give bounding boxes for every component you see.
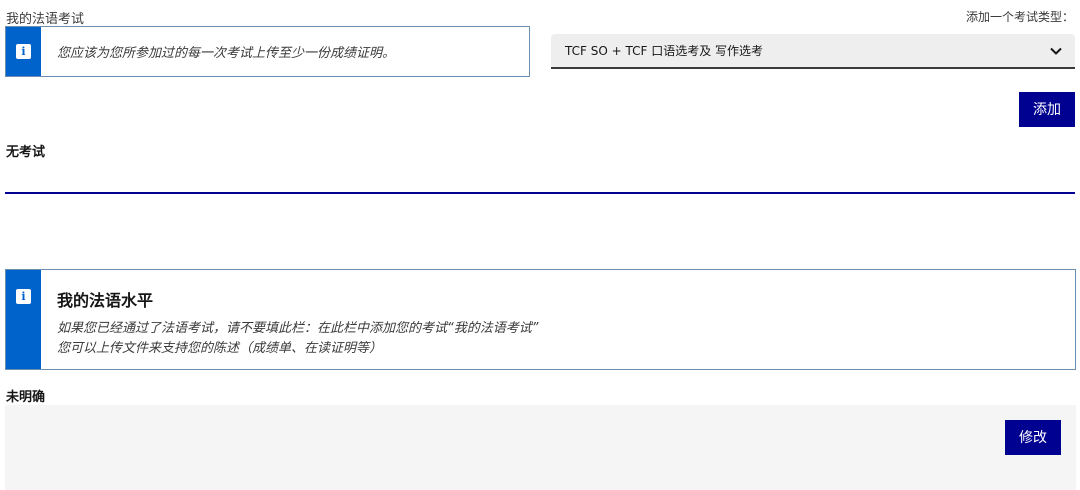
- edit-level-button[interactable]: 修改: [1005, 420, 1061, 455]
- french-level-panel: [5, 405, 1076, 490]
- info-icon: i: [16, 289, 31, 304]
- upload-info-text: 您应该为您所参加过的每一次考试上传至少一份成绩证明。: [57, 46, 396, 61]
- no-exam-label: 无考试: [6, 145, 46, 160]
- section-title: 我的法语考试: [6, 12, 85, 27]
- info-icon: i: [16, 44, 31, 59]
- exam-list-divider: [5, 192, 1075, 194]
- exam-type-select[interactable]: TCF SO + TCF 口语选考及 写作选考: [551, 34, 1075, 69]
- french-level-hint-1: 如果您已经通过了法语考试，请不要填此栏：在此栏中添加您的考试“我的法语考试”: [57, 321, 539, 336]
- add-exam-button[interactable]: 添加: [1019, 92, 1075, 127]
- french-level-value: 未明确: [6, 390, 46, 405]
- add-type-label: 添加一个考试类型：: [965, 10, 1074, 24]
- french-level-notice: i 我的法语水平 如果您已经通过了法语考试，请不要填此栏：在此栏中添加您的考试“…: [5, 269, 1076, 370]
- upload-info-notice: i 您应该为您所参加过的每一次考试上传至少一份成绩证明。: [5, 26, 530, 77]
- info-stripe: i: [6, 27, 41, 76]
- info-stripe: i: [6, 270, 41, 369]
- french-level-hint-2: 您可以上传文件来支持您的陈述（成绩单、在读证明等）: [57, 341, 383, 356]
- exam-type-selected-value: TCF SO + TCF 口语选考及 写作选考: [565, 44, 764, 58]
- french-level-heading: 我的法语水平: [57, 291, 154, 310]
- chevron-down-icon: [1050, 47, 1062, 55]
- french-level-notice-content: 我的法语水平 如果您已经通过了法语考试，请不要填此栏：在此栏中添加您的考试“我的…: [41, 270, 538, 369]
